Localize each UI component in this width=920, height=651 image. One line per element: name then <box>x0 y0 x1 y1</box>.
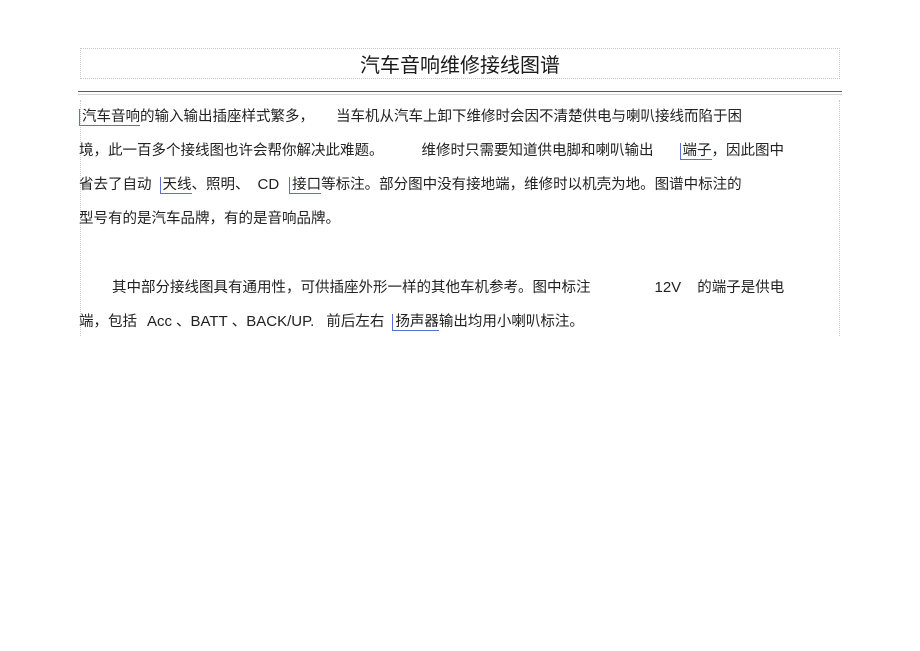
text-segment: 当车机从汽车上卸下维修时会因不清楚供电与喇叭接线而陷于困 <box>336 109 742 125</box>
text-segment: 端，包括 <box>79 314 137 330</box>
document-title: 汽车音响维修接线图谱 <box>360 53 560 77</box>
text-segment: 的输入输出插座样式繁多， <box>140 109 314 125</box>
text-segment: 境，此一百多个接线图也许会帮你解决此难题。 <box>79 143 384 159</box>
title-box: 汽车音响维修接线图谱 <box>80 48 840 79</box>
text-segment: ，因此图中 <box>711 143 785 159</box>
link-speaker[interactable]: 扬声器 <box>392 314 439 331</box>
title-divider-shadow <box>78 94 842 95</box>
text-segment: 维修时只需要知道供电脚和喇叭输出 <box>421 143 654 159</box>
link-terminal[interactable]: 端子 <box>679 143 712 160</box>
separator: 、 <box>231 314 247 330</box>
text-segment: 、照明、 <box>191 177 250 193</box>
paragraph-1-line-3: 省去了自动 天线、照明、 CD 接口等标注。部分图中没有接地端，维修时以机壳为地。图谱… <box>79 175 742 195</box>
paragraph-2-line-1: 其中部分接线图具有通用性，可供插座外形一样的其他车机参考。图中标注 12V 的端子是… <box>112 278 784 298</box>
text-12v: 12V <box>654 279 682 296</box>
text-segment: 其中部分接线图具有通用性，可供插座外形一样的其他车机参考。图中标注 <box>112 280 591 296</box>
link-antenna[interactable]: 天线 <box>159 177 192 194</box>
text-segment: 前后左右 <box>326 314 385 330</box>
text-segment: 型号有的是汽车品牌，有的是音响品牌。 <box>79 211 340 227</box>
paragraph-2-line-2: 端，包括 Acc 、BATT 、BACK/UP. 前后左右 扬声器输出均用小喇叭标注。 <box>79 312 584 332</box>
text-backup: BACK/UP. <box>246 313 315 330</box>
text-segment: 等标注。部分图中没有接地端，维修时以机壳为地。图谱中标注的 <box>321 177 742 193</box>
text-batt: BATT <box>190 313 228 330</box>
link-car-audio[interactable]: 汽车音响 <box>79 109 140 126</box>
text-segment: 输出均用小喇叭标注。 <box>438 314 584 330</box>
paragraph-1-line-2: 境，此一百多个接线图也许会帮你解决此难题。 维修时只需要知道供电脚和喇叭输出 端子，… <box>79 141 784 161</box>
title-divider <box>78 91 842 92</box>
link-interface[interactable]: 接口 <box>289 177 322 194</box>
separator: 、 <box>176 314 191 330</box>
text-cd: CD <box>257 176 280 193</box>
text-segment: 省去了自动 <box>79 177 152 193</box>
paragraph-1-line-1: 汽车音响的输入输出插座样式繁多， 当车机从汽车上卸下维修时会因不清楚供电与喇叭接线… <box>79 107 742 127</box>
text-acc: Acc <box>147 313 173 330</box>
text-segment: 的端子是供电 <box>697 280 785 296</box>
paragraph-1-line-4: 型号有的是汽车品牌，有的是音响品牌。 <box>79 209 340 229</box>
